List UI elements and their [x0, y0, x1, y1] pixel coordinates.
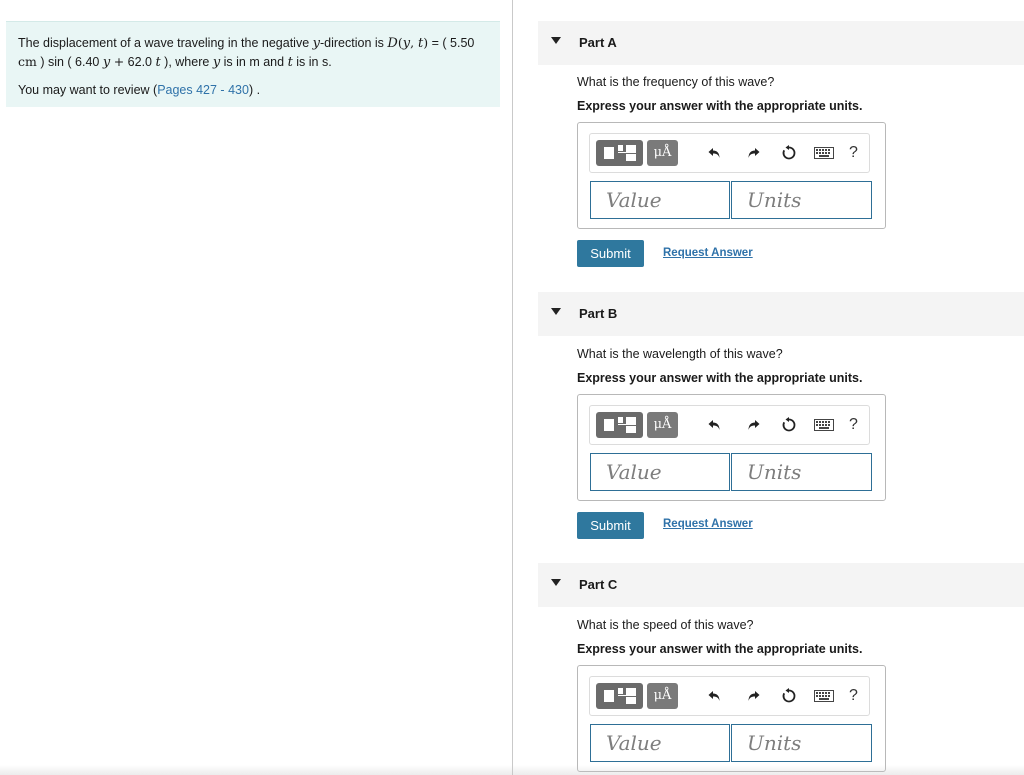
keyboard-icon[interactable] [812, 412, 836, 438]
reset-icon[interactable] [778, 683, 800, 709]
problem-text-segment: is in s. [292, 55, 332, 69]
question-text: What is the frequency of this wave? [577, 75, 775, 89]
math-function-d: D [387, 36, 398, 51]
math-toolbar: μÅ ? [589, 133, 870, 173]
math-comma: , [410, 35, 419, 50]
problem-text-segment: 62.0 [124, 55, 156, 69]
units-field[interactable] [731, 181, 872, 219]
problem-text-segment: is in m and [220, 55, 288, 69]
reset-icon[interactable] [778, 140, 800, 166]
math-toolbar: μÅ ? [589, 676, 870, 716]
units-field[interactable] [731, 724, 872, 762]
help-icon[interactable]: ? [849, 412, 858, 438]
answer-box: μÅ ? [577, 122, 886, 229]
value-input[interactable] [591, 182, 729, 218]
math-variable-y: y [312, 36, 320, 51]
problem-text-segment: ) sin ( 6.40 [36, 55, 103, 69]
math-variable-y: y [402, 36, 411, 51]
review-note: You may want to review (Pages 427 - 430)… [18, 81, 488, 99]
collapse-triangle-icon[interactable] [551, 579, 561, 586]
problem-statement: The displacement of a wave traveling in … [6, 21, 500, 107]
answer-box: μÅ ? [577, 394, 886, 501]
problem-text: The displacement of a wave traveling in … [18, 34, 488, 72]
templates-icon[interactable] [596, 412, 643, 438]
value-field[interactable] [590, 724, 730, 762]
help-icon[interactable]: ? [849, 683, 858, 709]
problem-text-segment: = ( 5.50 [428, 36, 475, 50]
review-suffix: ) . [248, 83, 261, 97]
problem-text-segment: ), where [160, 55, 213, 69]
math-toolbar: μÅ ? [589, 405, 870, 445]
units-input[interactable] [732, 454, 871, 490]
value-input[interactable] [591, 454, 729, 490]
undo-icon[interactable] [704, 683, 726, 709]
question-text: What is the wavelength of this wave? [577, 347, 783, 361]
part-title: Part C [579, 577, 618, 592]
problem-text-segment: The displacement of a wave traveling in … [18, 36, 313, 50]
review-pages-link[interactable]: Pages 427 - 430 [157, 83, 249, 97]
units-icon[interactable]: μÅ [647, 683, 678, 709]
math-unit-cm: cm [18, 54, 37, 69]
instruction-text: Express your answer with the appropriate… [577, 642, 863, 656]
redo-icon[interactable] [742, 140, 764, 166]
units-input[interactable] [732, 182, 871, 218]
value-input[interactable] [591, 725, 729, 761]
templates-icon[interactable] [596, 683, 643, 709]
keyboard-icon[interactable] [812, 683, 836, 709]
units-input[interactable] [732, 725, 871, 761]
redo-icon[interactable] [742, 412, 764, 438]
undo-icon[interactable] [704, 412, 726, 438]
instruction-text: Express your answer with the appropriate… [577, 99, 863, 113]
collapse-triangle-icon[interactable] [551, 37, 561, 44]
instruction-text: Express your answer with the appropriate… [577, 371, 863, 385]
redo-icon[interactable] [742, 683, 764, 709]
units-field[interactable] [731, 453, 872, 491]
problem-text-segment: -direction is [319, 36, 388, 50]
request-answer-link[interactable]: Request Answer [663, 518, 753, 530]
value-field[interactable] [590, 453, 730, 491]
part-b-header[interactable]: Part B [538, 292, 1024, 336]
part-a-header[interactable]: Part A [538, 21, 1024, 65]
keyboard-icon[interactable] [812, 140, 836, 166]
request-answer-link[interactable]: Request Answer [663, 247, 753, 259]
submit-button[interactable]: Submit [577, 512, 644, 539]
units-icon[interactable]: μÅ [647, 412, 678, 438]
part-title: Part A [579, 35, 617, 50]
submit-button[interactable]: Submit [577, 240, 644, 267]
math-variable-y: y [102, 55, 111, 70]
pane-divider [512, 0, 513, 775]
undo-icon[interactable] [704, 140, 726, 166]
question-text: What is the speed of this wave? [577, 618, 754, 632]
math-plus: + [113, 54, 125, 69]
reset-icon[interactable] [778, 412, 800, 438]
answer-box: μÅ ? [577, 665, 886, 772]
value-field[interactable] [590, 181, 730, 219]
part-title: Part B [579, 306, 618, 321]
help-icon[interactable]: ? [849, 140, 858, 166]
collapse-triangle-icon[interactable] [551, 308, 561, 315]
review-prefix: You may want to review ( [18, 83, 158, 97]
units-icon[interactable]: μÅ [647, 140, 678, 166]
templates-icon[interactable] [596, 140, 643, 166]
part-c-header[interactable]: Part C [538, 563, 1024, 607]
